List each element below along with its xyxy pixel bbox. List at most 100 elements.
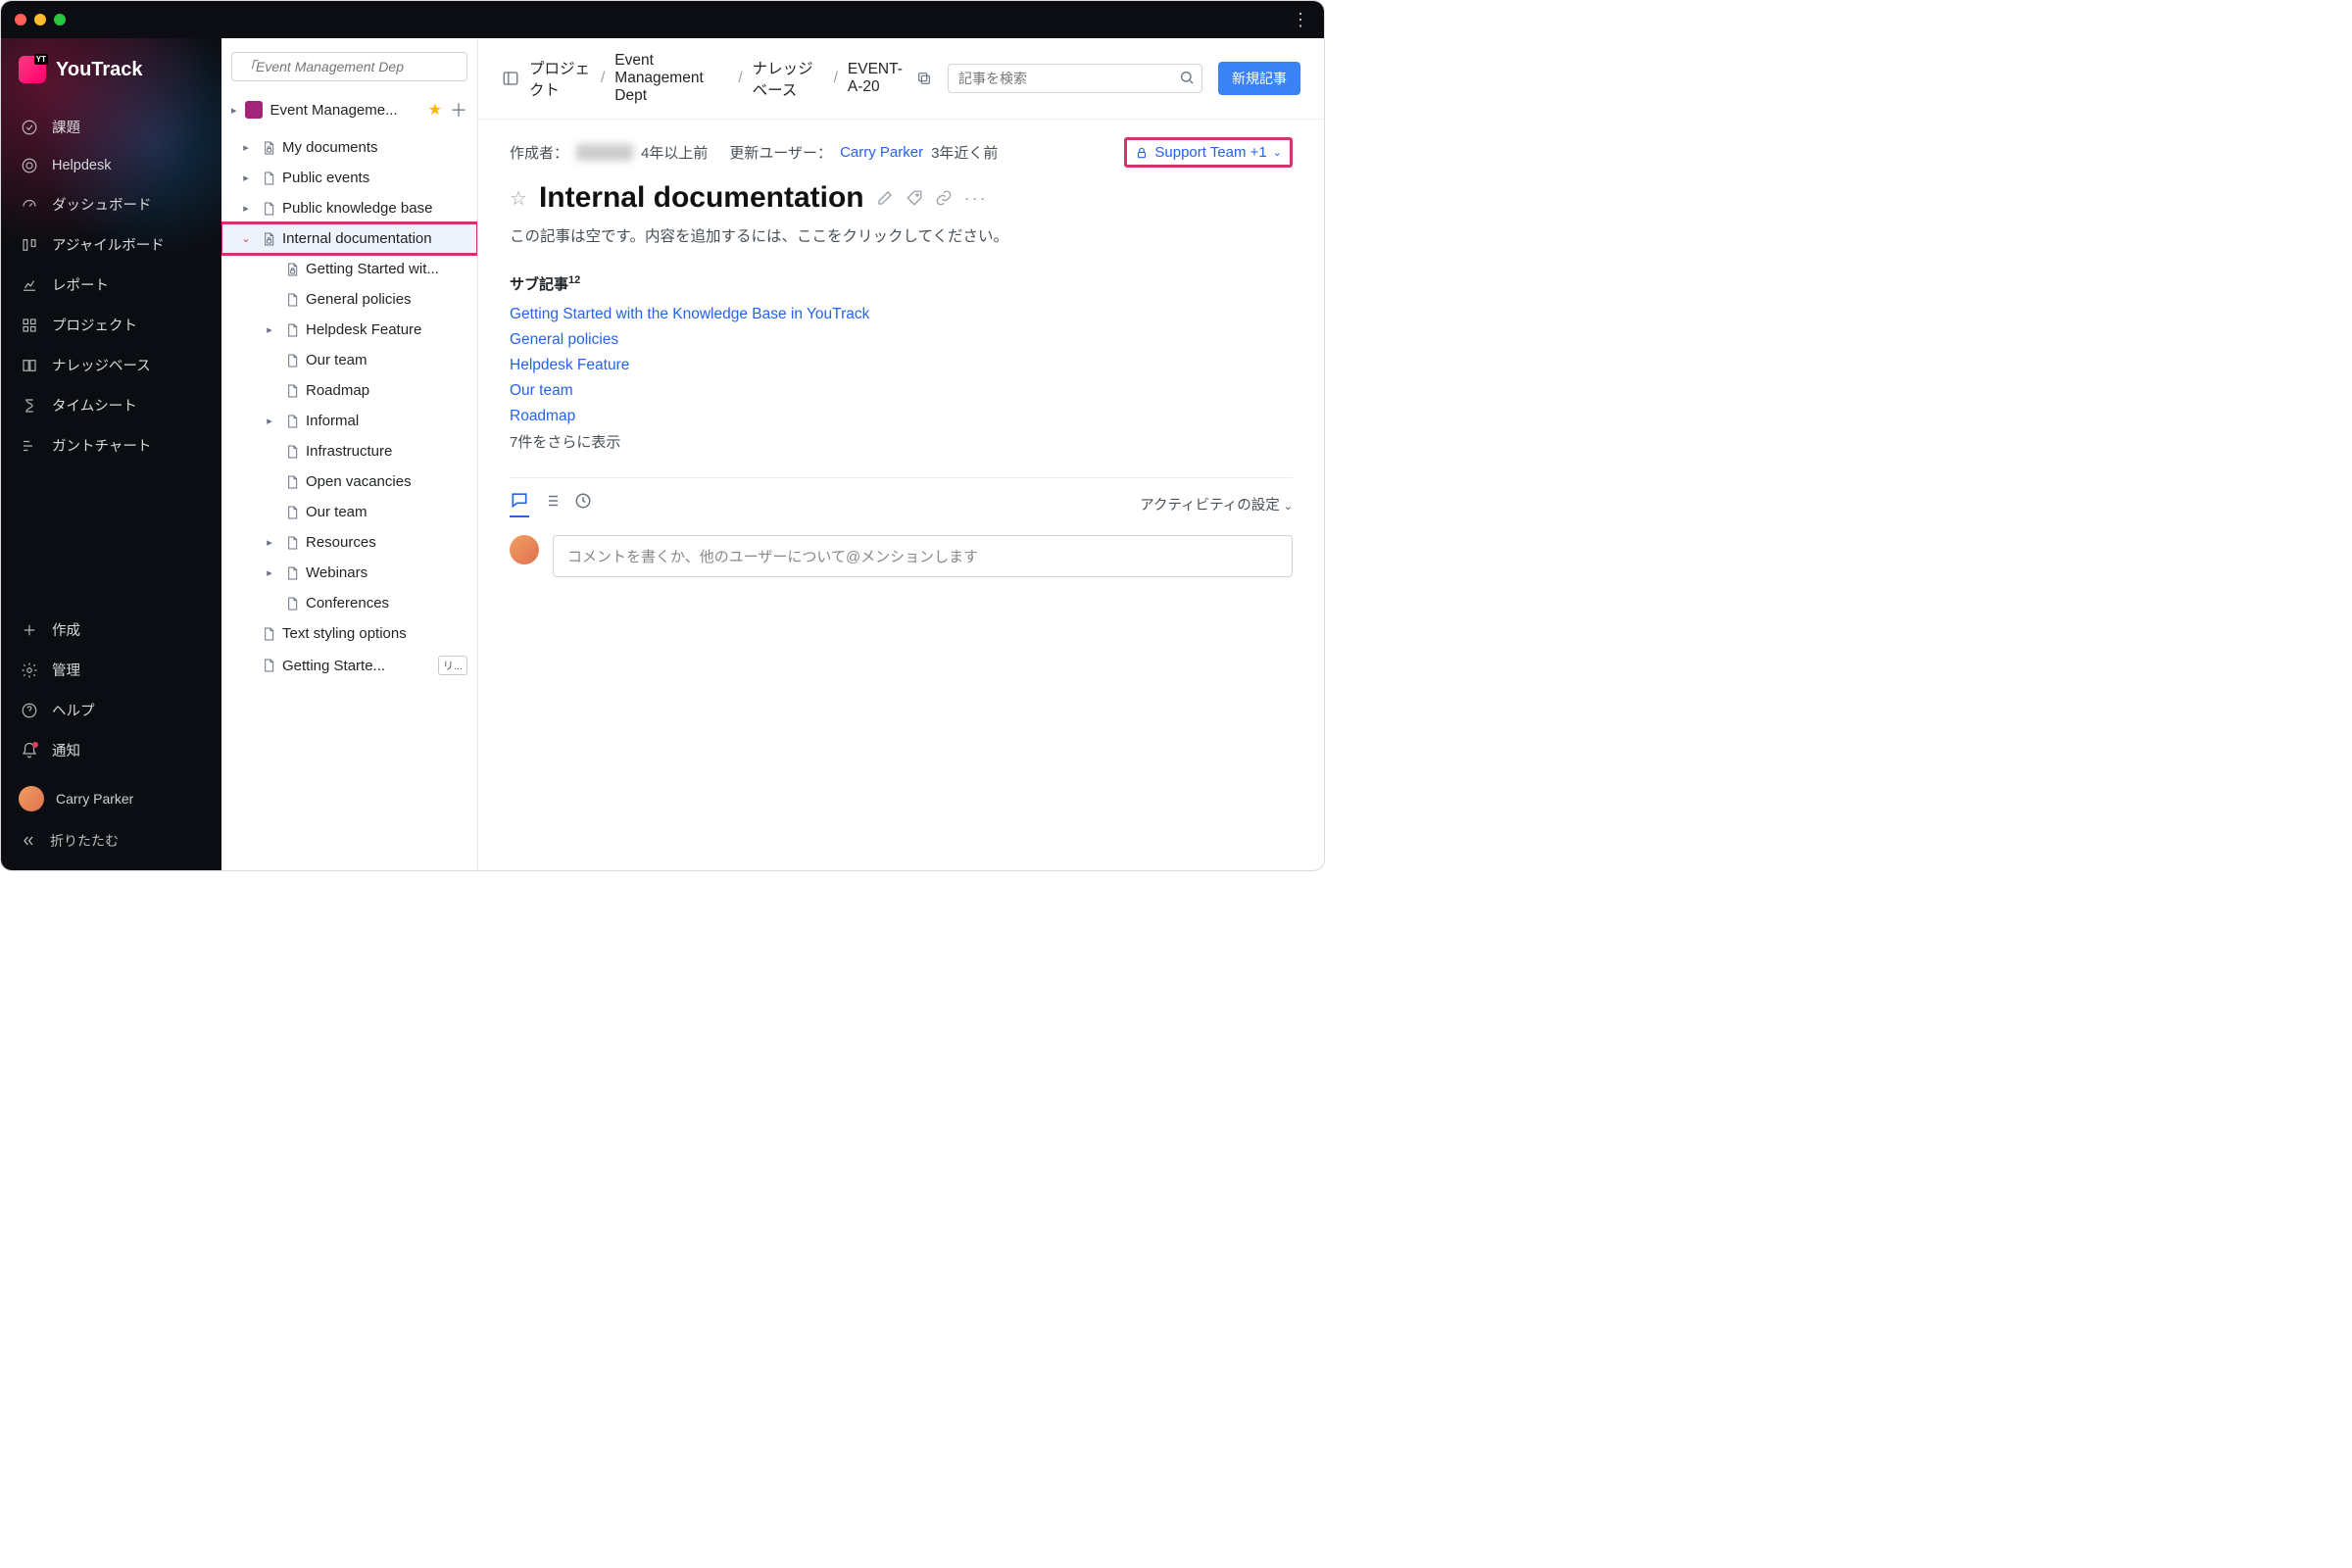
tree-item[interactable]: ▸Getting Started wit...	[221, 254, 477, 284]
more-icon[interactable]: ···	[964, 188, 988, 209]
tree-item[interactable]: ▸Text styling options	[221, 618, 477, 649]
crumb-project[interactable]: Event Management Dept	[614, 52, 728, 105]
chevron-icon[interactable]: ▸	[261, 566, 278, 579]
sidebar-item-knowledge-base[interactable]: ナレッジベース	[1, 345, 221, 385]
history-tab-icon[interactable]	[574, 492, 592, 515]
sub-article-link[interactable]: Getting Started with the Knowledge Base …	[510, 306, 869, 322]
chevron-icon[interactable]: ▸	[237, 172, 255, 184]
comments-tab-icon[interactable]	[510, 490, 529, 517]
tree-item[interactable]: ▸My documents	[221, 132, 477, 163]
tree-item[interactable]: ▸Conferences	[221, 588, 477, 618]
tree-item[interactable]: ▸Public knowledge base	[221, 193, 477, 223]
app-name: YouTrack	[56, 59, 143, 81]
tree-item[interactable]: ▸Helpdesk Feature	[221, 315, 477, 345]
tree-item-label: Getting Started wit...	[306, 261, 467, 277]
visibility-selector[interactable]: Support Team +1 ⌄	[1124, 137, 1293, 168]
tree-item[interactable]: ▸Roadmap	[221, 375, 477, 406]
chevron-icon[interactable]: ⌄	[237, 232, 255, 245]
search-input[interactable]	[948, 64, 1202, 93]
tree-item[interactable]: ▸Getting Starte...リ...	[221, 649, 477, 682]
sidebar-item-helpdesk[interactable]: Helpdesk	[1, 147, 221, 184]
gauge-icon	[21, 196, 38, 214]
star-outline-icon[interactable]: ☆	[510, 186, 527, 211]
sub-articles-heading: サブ記事12	[510, 273, 1293, 294]
sidebar-item-help[interactable]: ヘルプ	[1, 690, 221, 730]
grid-icon	[21, 317, 38, 334]
show-more-link[interactable]: 7件をさらに表示	[510, 431, 1293, 452]
updated-ago: 3年近く前	[931, 142, 998, 163]
document-icon	[284, 353, 300, 368]
tree-item[interactable]: ▸Informal	[221, 406, 477, 436]
sidebar-item-label: ナレッジベース	[52, 355, 151, 375]
sidebar-item-issues[interactable]: 課題	[1, 107, 221, 147]
chevron-icon[interactable]: ▸	[261, 415, 278, 427]
sidebar-item-agile[interactable]: アジャイルボード	[1, 224, 221, 265]
tree-search-input[interactable]	[231, 52, 467, 81]
sidebar-collapse[interactable]: 折りたたむ	[1, 821, 221, 860]
updated-by-link[interactable]: Carry Parker	[840, 144, 923, 161]
search-icon[interactable]	[1179, 70, 1195, 85]
sidebar-item-gantt[interactable]: ガントチャート	[1, 425, 221, 466]
edit-icon[interactable]	[876, 189, 894, 207]
lock-icon	[1135, 146, 1149, 160]
panel-toggle-icon[interactable]	[502, 70, 519, 87]
tree-item[interactable]: ▸Resources	[221, 527, 477, 558]
tree-item[interactable]: ▸Our team	[221, 345, 477, 375]
window-zoom-icon[interactable]	[54, 14, 66, 25]
sidebar-item-timesheets[interactable]: タイムシート	[1, 385, 221, 425]
tree-item[interactable]: ▸Open vacancies	[221, 466, 477, 497]
more-menu-icon[interactable]: ⋮	[1292, 10, 1310, 30]
tree-item[interactable]: ⌄Internal documentation	[221, 223, 477, 254]
sub-article-item: Helpdesk Feature	[510, 353, 1293, 378]
sub-article-link[interactable]: Our team	[510, 382, 573, 399]
project-name[interactable]: Event Manageme...	[270, 102, 420, 119]
tree-item[interactable]: ▸Our team	[221, 497, 477, 527]
sidebar-item-notifications[interactable]: 通知	[1, 730, 221, 770]
activity-settings[interactable]: アクティビティの設定 ⌄	[1140, 494, 1293, 514]
sidebar-user[interactable]: Carry Parker	[1, 776, 221, 821]
chevron-right-icon[interactable]: ▸	[231, 104, 237, 117]
crumb-section[interactable]: ナレッジベース	[753, 57, 824, 100]
app-logo[interactable]: YouTrack	[1, 46, 221, 101]
list-tab-icon[interactable]	[543, 492, 561, 515]
new-article-button[interactable]: 新規記事	[1218, 62, 1300, 95]
chevron-icon[interactable]: ▸	[237, 202, 255, 215]
tree-item[interactable]: ▸General policies	[221, 284, 477, 315]
tree-item[interactable]: ▸Webinars	[221, 558, 477, 588]
empty-content-hint[interactable]: この記事は空です。内容を追加するには、ここをクリックしてください。	[510, 224, 1293, 246]
sidebar: YouTrack 課題 Helpdesk ダッシュボード アジャイルボード レポ…	[1, 38, 221, 870]
chevron-icon[interactable]: ▸	[261, 323, 278, 336]
plus-icon	[21, 621, 38, 639]
document-icon	[261, 171, 276, 186]
tree-item[interactable]: ▸Infrastructure	[221, 436, 477, 466]
document-icon	[284, 474, 300, 490]
sidebar-item-label: 通知	[52, 740, 80, 760]
sidebar-item-projects[interactable]: プロジェクト	[1, 305, 221, 345]
logo-icon	[19, 56, 46, 83]
star-icon[interactable]: ★	[428, 100, 442, 120]
sub-articles-list: Getting Started with the Knowledge Base …	[510, 302, 1293, 429]
sidebar-item-reports[interactable]: レポート	[1, 265, 221, 305]
crumb-projects[interactable]: プロジェクト	[529, 57, 591, 100]
window-minimize-icon[interactable]	[34, 14, 46, 25]
chevron-icon[interactable]: ▸	[261, 536, 278, 549]
sidebar-item-label: Helpdesk	[52, 158, 111, 173]
sub-article-link[interactable]: Roadmap	[510, 408, 575, 424]
sidebar-item-label: 課題	[52, 117, 80, 137]
sidebar-item-create[interactable]: 作成	[1, 610, 221, 650]
chevron-icon[interactable]: ▸	[237, 141, 255, 154]
crumb-id[interactable]: EVENT-A-20	[848, 61, 906, 96]
sidebar-item-admin[interactable]: 管理	[1, 650, 221, 690]
add-article-icon[interactable]: ＋	[450, 97, 467, 122]
comment-input[interactable]: コメントを書くか、他のユーザーについて@メンションします	[553, 535, 1293, 577]
sub-article-link[interactable]: General policies	[510, 331, 618, 348]
link-icon[interactable]	[935, 189, 953, 207]
tag-icon[interactable]	[906, 189, 923, 207]
sidebar-item-dashboards[interactable]: ダッシュボード	[1, 184, 221, 224]
window-close-icon[interactable]	[15, 14, 26, 25]
locked-document-icon	[284, 262, 300, 277]
tree-item-label: Getting Starte...	[282, 658, 428, 674]
tree-item[interactable]: ▸Public events	[221, 163, 477, 193]
copy-id-icon[interactable]	[916, 71, 932, 86]
sub-article-link[interactable]: Helpdesk Feature	[510, 357, 629, 373]
